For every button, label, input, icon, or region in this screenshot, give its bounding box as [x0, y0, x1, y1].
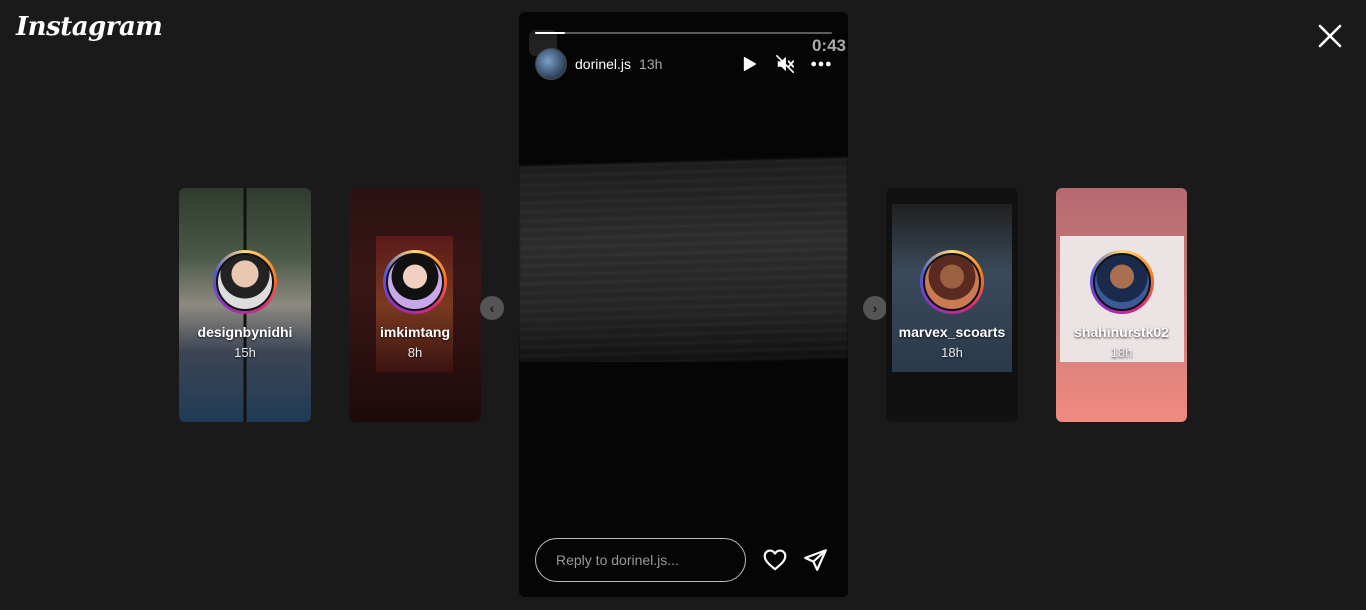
chevron-right-icon: ›	[872, 300, 878, 316]
avatar	[383, 250, 447, 314]
story-time: 18h	[1110, 345, 1133, 360]
reply-input[interactable]	[535, 538, 746, 582]
story-thumbnail-designbynidhi[interactable]: designbynidhi 15h	[179, 188, 311, 422]
more-horizontal-icon	[811, 61, 831, 67]
story-controls	[738, 53, 832, 75]
share-button[interactable]	[802, 547, 828, 573]
story-media	[519, 157, 848, 367]
next-story-button[interactable]: ›	[863, 296, 887, 320]
close-icon	[1318, 24, 1342, 48]
story-time: 8h	[407, 345, 423, 360]
play-icon	[743, 57, 756, 71]
avatar	[1089, 250, 1154, 314]
story-username: marvex_scoarts	[898, 324, 1006, 340]
mute-button[interactable]	[774, 53, 796, 75]
heart-icon	[763, 549, 787, 571]
volume-muted-icon	[776, 55, 795, 73]
story-thumbnail-imkimtang[interactable]: imkimtang 8h	[349, 188, 481, 422]
story-username[interactable]: dorinel.js	[575, 56, 631, 72]
story-viewer[interactable]: 0:43 dorinel.js 13h	[519, 12, 848, 597]
story-header: dorinel.js 13h	[535, 48, 832, 80]
send-icon	[804, 549, 827, 571]
story-progress-bar	[535, 32, 832, 34]
story-time: 18h	[941, 345, 963, 360]
play-button[interactable]	[738, 53, 760, 75]
story-progress-fill	[535, 32, 565, 34]
like-button[interactable]	[762, 547, 788, 573]
story-username: designbynidhi	[197, 324, 293, 340]
reply-bar	[535, 538, 832, 582]
avatar	[213, 250, 277, 314]
story-username: imkimtang	[379, 324, 450, 340]
close-button[interactable]	[1316, 22, 1344, 50]
avatar	[920, 250, 984, 314]
more-options-button[interactable]	[810, 53, 832, 75]
story-thumbnail-marvex_scoarts[interactable]: marvex_scoarts 18h	[886, 188, 1018, 422]
story-time: 13h	[639, 56, 663, 72]
instagram-logo[interactable]: Instagram	[16, 12, 163, 42]
avatar[interactable]	[535, 48, 567, 80]
chevron-left-icon: ‹	[489, 300, 495, 316]
story-thumbnail-shahinurstk02[interactable]: shahinurstk02 18h	[1056, 188, 1187, 422]
story-time: 15h	[234, 345, 256, 360]
previous-story-button[interactable]: ‹	[480, 296, 504, 320]
story-username: shahinurstk02	[1074, 324, 1169, 340]
